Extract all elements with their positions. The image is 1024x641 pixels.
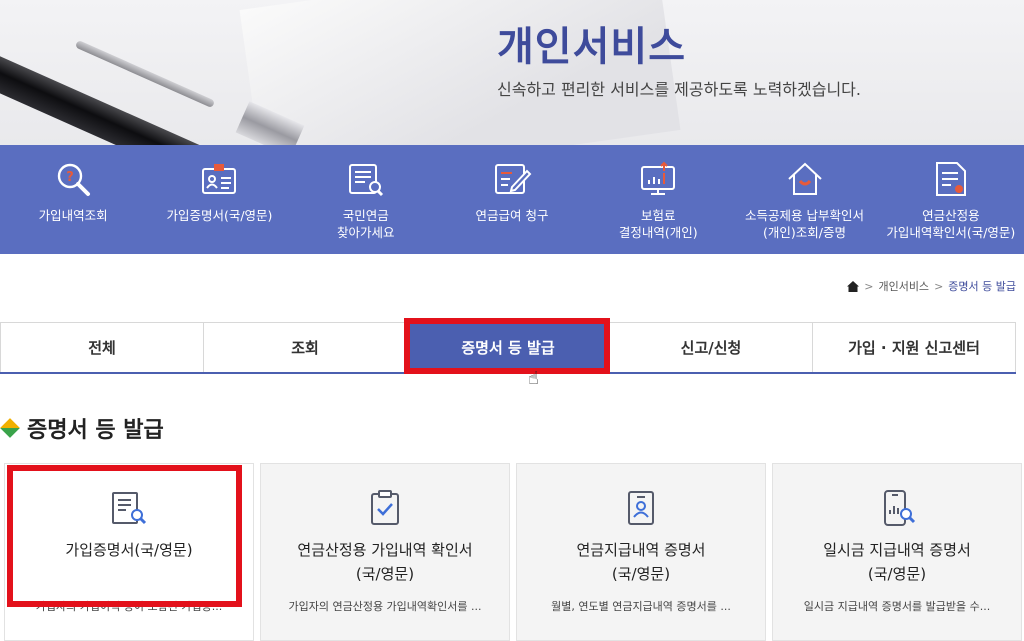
- card-title: 연금지급내역 증명서 (국/영문): [576, 541, 706, 583]
- home-icon[interactable]: [847, 280, 860, 292]
- quick-item-label: 가입내역조회: [38, 208, 108, 223]
- tab-enrollment-support-center[interactable]: 가입 · 지원 신고센터: [813, 323, 1016, 372]
- quick-item-label: 보험료 결정내역(개인): [618, 208, 698, 240]
- card-description: 가입자의 연금산정용 가입내역확인서를 ...: [288, 600, 482, 613]
- quick-item-label: 국민연금 찾아가세요: [336, 208, 395, 240]
- quick-item-pension-claim[interactable]: 연금급여 청구: [439, 145, 585, 254]
- quick-item-label: 가입증명서(국/영문): [166, 208, 273, 223]
- card-pension-payment-certificate[interactable]: 연금지급내역 증명서 (국/영문) 월별, 연도별 연금지급내역 증명서를 ..…: [516, 463, 766, 641]
- card-description: 일시금 지급내역 증명서를 발급받을 수...: [803, 600, 991, 613]
- card-title: 일시금 지급내역 증명서 (국/영문): [823, 541, 971, 583]
- document-icon: [935, 162, 966, 196]
- quick-item-enrollment-inquiry[interactable]: ? 가입내역조회: [0, 145, 146, 254]
- quick-item-tax-deduction[interactable]: 소득공제용 납부확인서 (개인)조회/증명: [731, 145, 877, 254]
- card-lump-sum-certificate[interactable]: 일시금 지급내역 증명서 (국/영문) 일시금 지급내역 증명서를 발급받을 수…: [772, 463, 1022, 641]
- quick-item-pension-calc-history[interactable]: 연금산정용 가입내역확인서(국/영문): [878, 145, 1024, 254]
- quick-item-label: 소득공제용 납부확인서 (개인)조회/증명: [745, 208, 865, 240]
- page: 개인서비스 신속하고 편리한 서비스를 제공하도록 노력하겠습니다. ? 가입내…: [0, 0, 1024, 641]
- quick-item-enrollment-certificate[interactable]: 가입증명서(국/영문): [146, 145, 292, 254]
- tab-highlight-box: [404, 318, 610, 374]
- section-title: 증명서 등 발급: [27, 418, 164, 443]
- quick-item-find-pension[interactable]: 국민연금 찾아가세요: [293, 145, 439, 254]
- search-icon: ?: [57, 163, 91, 196]
- tab-all[interactable]: 전체: [0, 323, 204, 372]
- quick-item-label: 연금산정용 가입내역확인서(국/영문): [886, 208, 1016, 240]
- badge-person-icon: [628, 491, 654, 525]
- page-subtitle: 신속하고 편리한 서비스를 제공하도록 노력하겠습니다.: [497, 80, 861, 99]
- quick-menu: ? 가입내역조회 가입증명서(국/영문) 국민연금 찾아가세요 연금급여 청구: [0, 145, 1024, 254]
- quick-item-label: 연금급여 청구: [475, 208, 549, 223]
- monitor-chart-icon: [641, 161, 676, 195]
- page-title: 개인서비스: [497, 24, 686, 70]
- breadcrumb-current: 증명서 등 발급: [948, 280, 1016, 293]
- card-pension-calc-history[interactable]: 연금산정용 가입내역 확인서 (국/영문) 가입자의 연금산정용 가입내역확인서…: [260, 463, 510, 641]
- hand-cursor-icon: ☝: [528, 368, 539, 389]
- diamond-bullet-icon: [0, 418, 20, 438]
- hero-banner: 개인서비스 신속하고 편리한 서비스를 제공하도록 노력하겠습니다.: [0, 0, 1024, 145]
- section-header: 증명서 등 발급: [0, 412, 164, 444]
- document-search-icon: [348, 164, 383, 197]
- card-highlight-box: [7, 465, 242, 607]
- phone-search-icon: [884, 490, 916, 526]
- clipboard-check-icon: [371, 490, 399, 525]
- card-description: 월별, 연도별 연금지급내역 증명서를 ...: [551, 600, 731, 613]
- chevron-right-icon: >: [934, 279, 944, 293]
- edit-document-icon: [494, 164, 532, 194]
- house-icon: [787, 162, 822, 195]
- breadcrumb-item[interactable]: 개인서비스: [878, 278, 929, 294]
- tab-report-apply[interactable]: 신고/신청: [610, 323, 813, 372]
- id-card-icon: [202, 164, 237, 194]
- breadcrumb: > 개인서비스 > 증명서 등 발급: [847, 278, 1016, 294]
- chevron-right-icon: >: [864, 279, 874, 293]
- card-title: 연금산정용 가입내역 확인서 (국/영문): [297, 541, 473, 583]
- quick-item-premium-decision[interactable]: 보험료 결정내역(개인): [585, 145, 731, 254]
- svg-text:?: ?: [66, 170, 74, 185]
- tab-inquiry[interactable]: 조회: [204, 323, 407, 372]
